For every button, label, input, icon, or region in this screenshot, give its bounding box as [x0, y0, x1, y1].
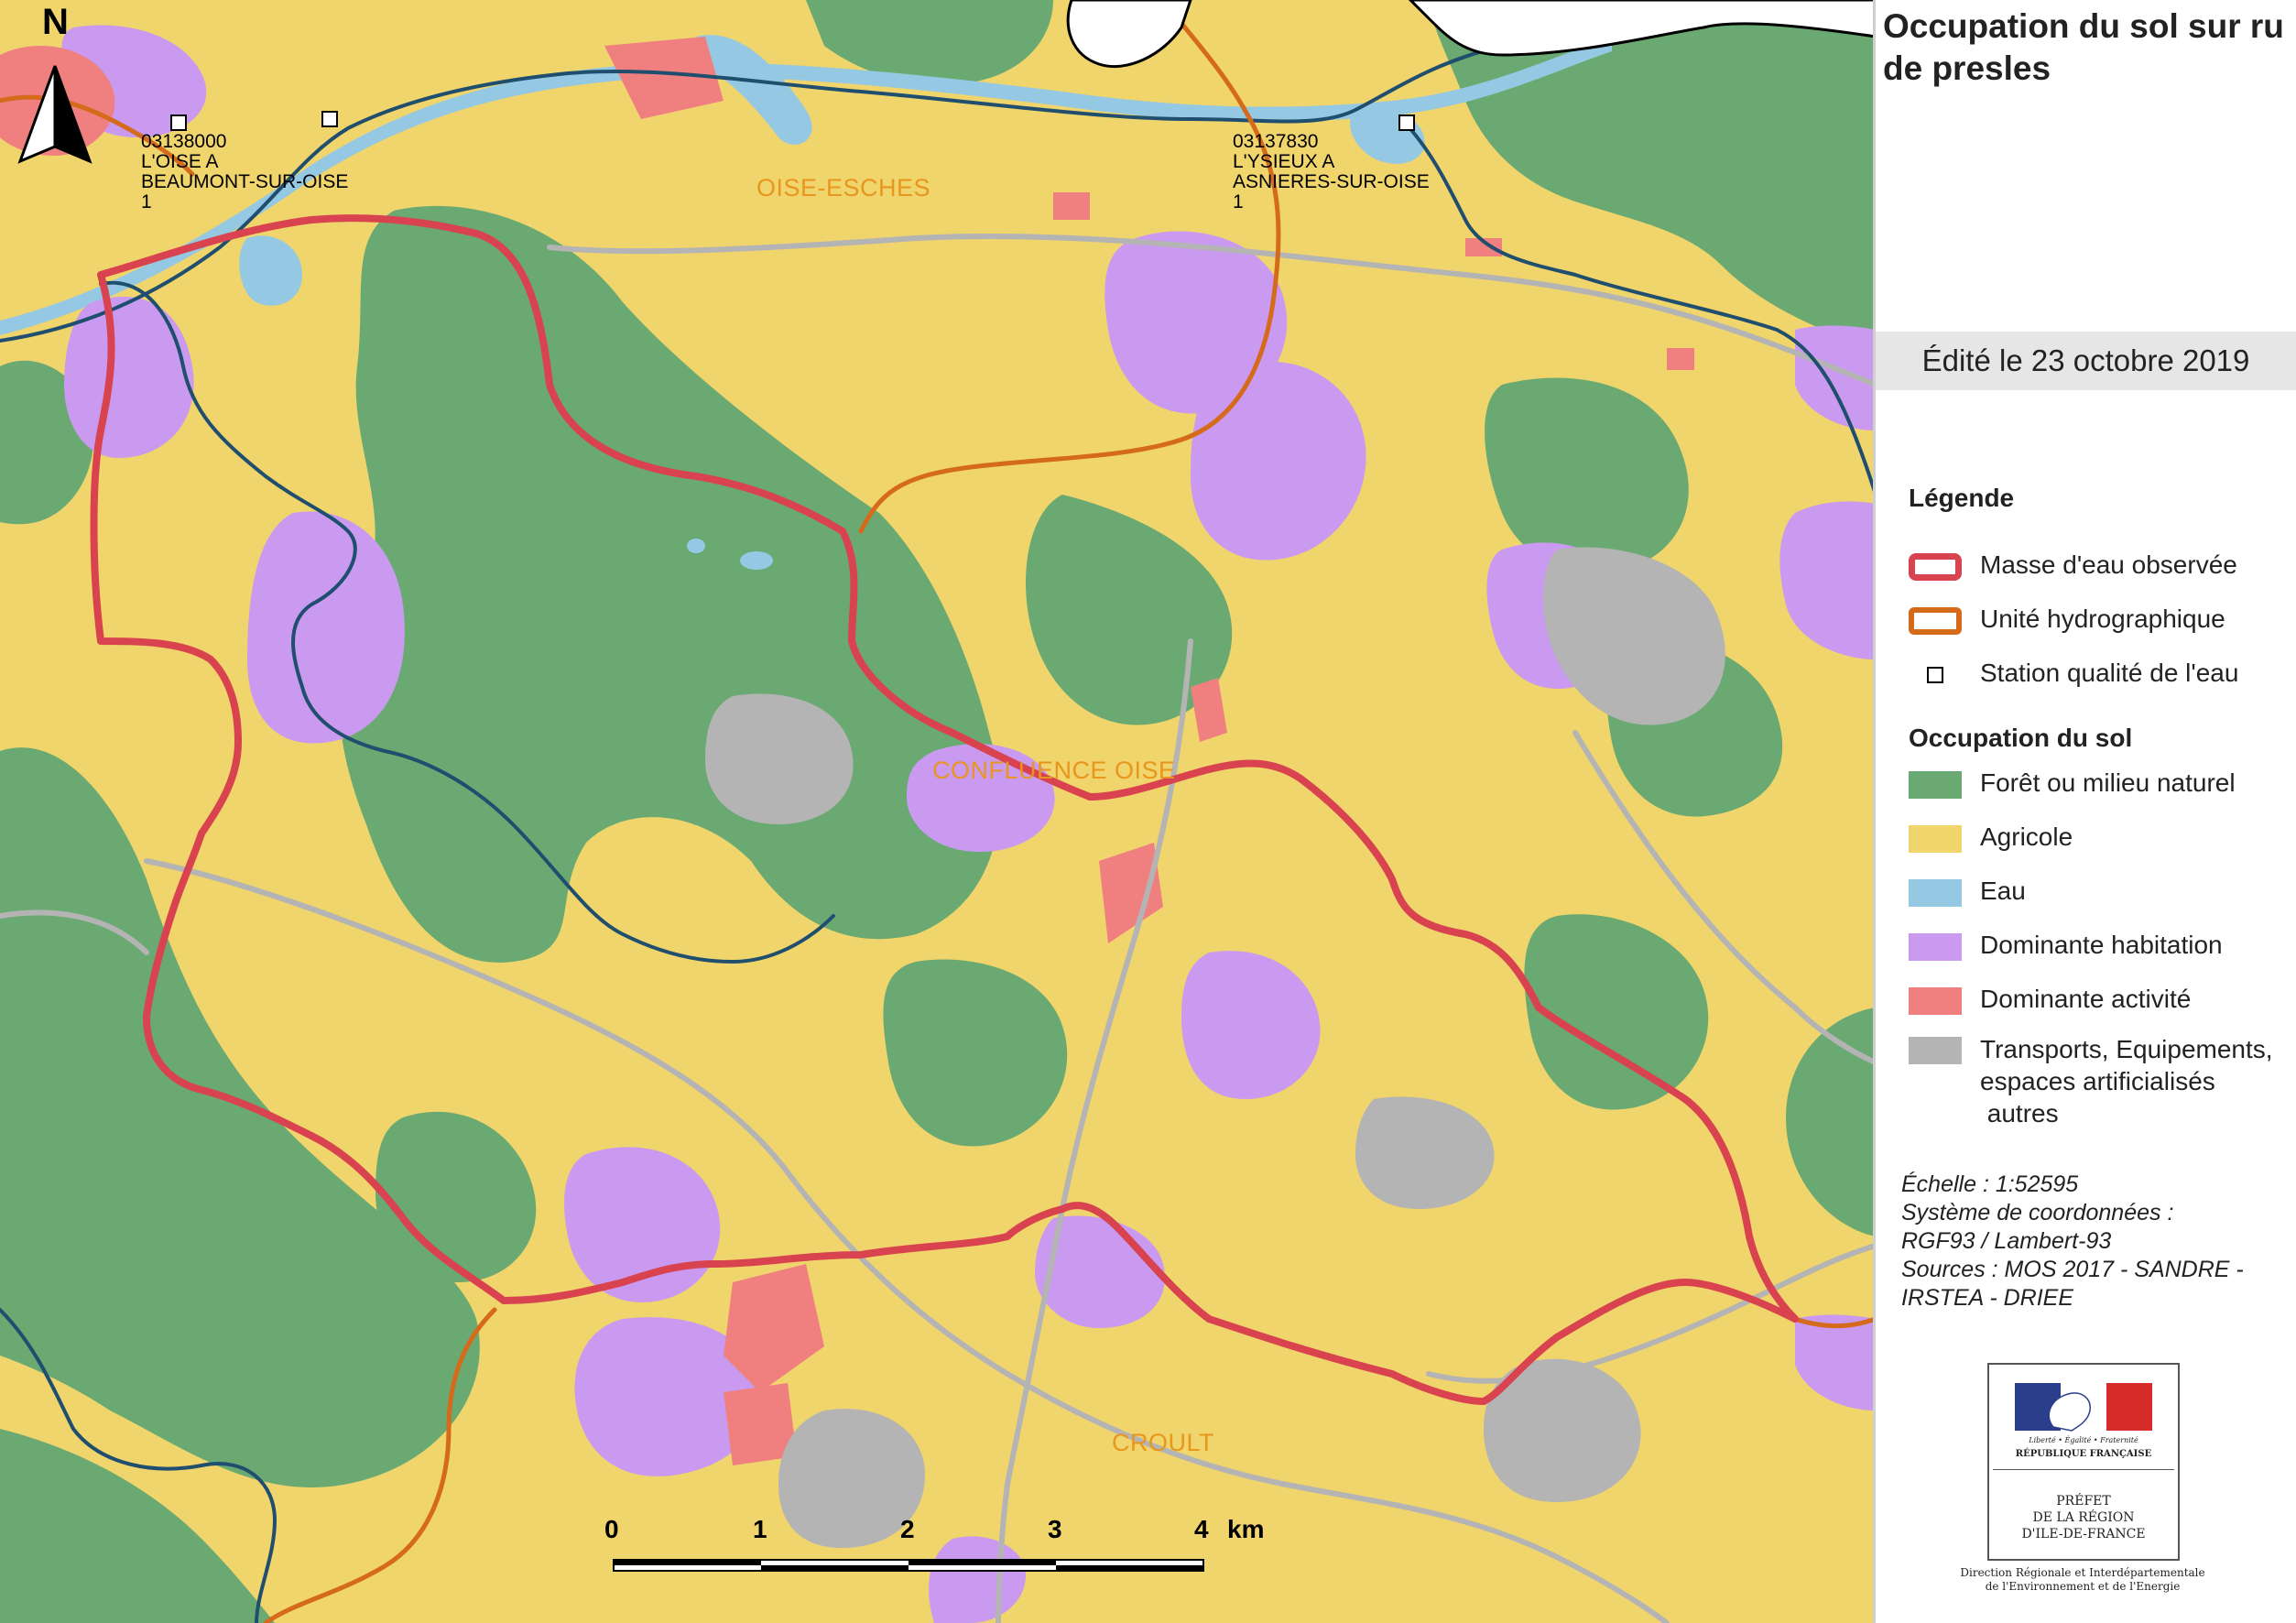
legend-panel: Occupation du sol sur ru de presles Édit… [1876, 0, 2296, 1623]
legend-label: Masse d'eau observée [1980, 550, 2237, 579]
scale-bar [613, 1559, 1204, 1572]
basin-label-oise-esches: OISE-ESCHES [756, 174, 931, 202]
logo-republic: RÉPUBLIQUE FRANÇAISE [2015, 1449, 2152, 1459]
legend-label: Agricole [1980, 822, 2073, 851]
scale-label-4: 4 [1194, 1515, 1209, 1543]
scale-text: Échelle : 1:52595 [1901, 1171, 2079, 1197]
station-label-beaumont: 03138000 L'OISE A BEAUMONT-SUR-OISE 1 [141, 131, 349, 212]
scale-unit: km [1227, 1515, 1265, 1543]
logo-divider [1993, 1469, 2174, 1470]
sources-text: Sources : MOS 2017 - SANDRE - IRSTEA - D… [1901, 1257, 2244, 1311]
map-title: Occupation du sol sur ru de presles [1883, 7, 2284, 87]
crs-value: RGF93 / Lambert-93 [1901, 1228, 2112, 1254]
legend-swatch [1909, 553, 1962, 581]
legend-label: Dominante habitation [1980, 931, 2223, 959]
legend-swatch [1909, 1037, 1962, 1064]
legend-label: Unité hydrographique [1980, 605, 2225, 633]
legend-swatch [1909, 771, 1962, 799]
logo-motto: Liberté • Égalité • Fraternité [2029, 1436, 2138, 1444]
legend-swatch [1909, 933, 1962, 961]
marianne-flag-icon [2015, 1383, 2152, 1432]
landuse-title: Occupation du sol [1909, 724, 2133, 752]
logo-prefet: PRÉFET DE LA RÉGION D'ILE-DE-FRANCE [2021, 1494, 2146, 1541]
legend-label: Transports, Equipements, espaces artific… [1980, 1035, 2273, 1127]
edition-date: Édité le 23 octobre 2019 [1876, 332, 2296, 390]
scale-label-3: 3 [1048, 1515, 1062, 1543]
crs-label: Système de coordonnées : [1901, 1200, 2174, 1225]
station-icon [1927, 667, 1943, 683]
scale-label-2: 2 [900, 1515, 915, 1543]
legend-label: Dominante activité [1980, 985, 2192, 1013]
basin-label-confluence-oise: CONFLUENCE OISE [932, 757, 1176, 784]
map-metadata: Échelle : 1:52595 Système de coordonnées… [1901, 1171, 2244, 1313]
legend-swatch [1909, 987, 1962, 1015]
legend-label: Eau [1980, 877, 2026, 905]
station-marker-1[interactable] [170, 114, 187, 131]
legend-label: Station qualité de l'eau [1980, 659, 2239, 687]
station-label-asnieres: 03137830 L'YSIEUX A ASNIERES-SUR-OISE 1 [1233, 131, 1430, 212]
legend-swatch [1909, 607, 1962, 635]
map-svg [0, 0, 1873, 1623]
map-canvas[interactable]: N OISE-ESCHES CONFLUENCE OISE CROULT 031… [0, 0, 1876, 1623]
prefecture-logo: Liberté • Égalité • Fraternité RÉPUBLIQU… [1987, 1363, 2180, 1561]
legend-label: Forêt ou milieu naturel [1980, 768, 2236, 797]
logo-footer: Direction Régionale et Interdépartementa… [1960, 1566, 2205, 1593]
legend-swatch [1909, 825, 1962, 853]
basin-label-croult: CROULT [1112, 1429, 1215, 1456]
legend-swatch [1909, 879, 1962, 907]
station-marker-2[interactable] [321, 111, 338, 127]
north-label: N [42, 2, 69, 42]
legend-title: Légende [1909, 484, 2015, 512]
station-marker-3[interactable] [1398, 114, 1415, 131]
scale-label-1: 1 [753, 1515, 767, 1543]
scale-label-0: 0 [604, 1515, 619, 1543]
